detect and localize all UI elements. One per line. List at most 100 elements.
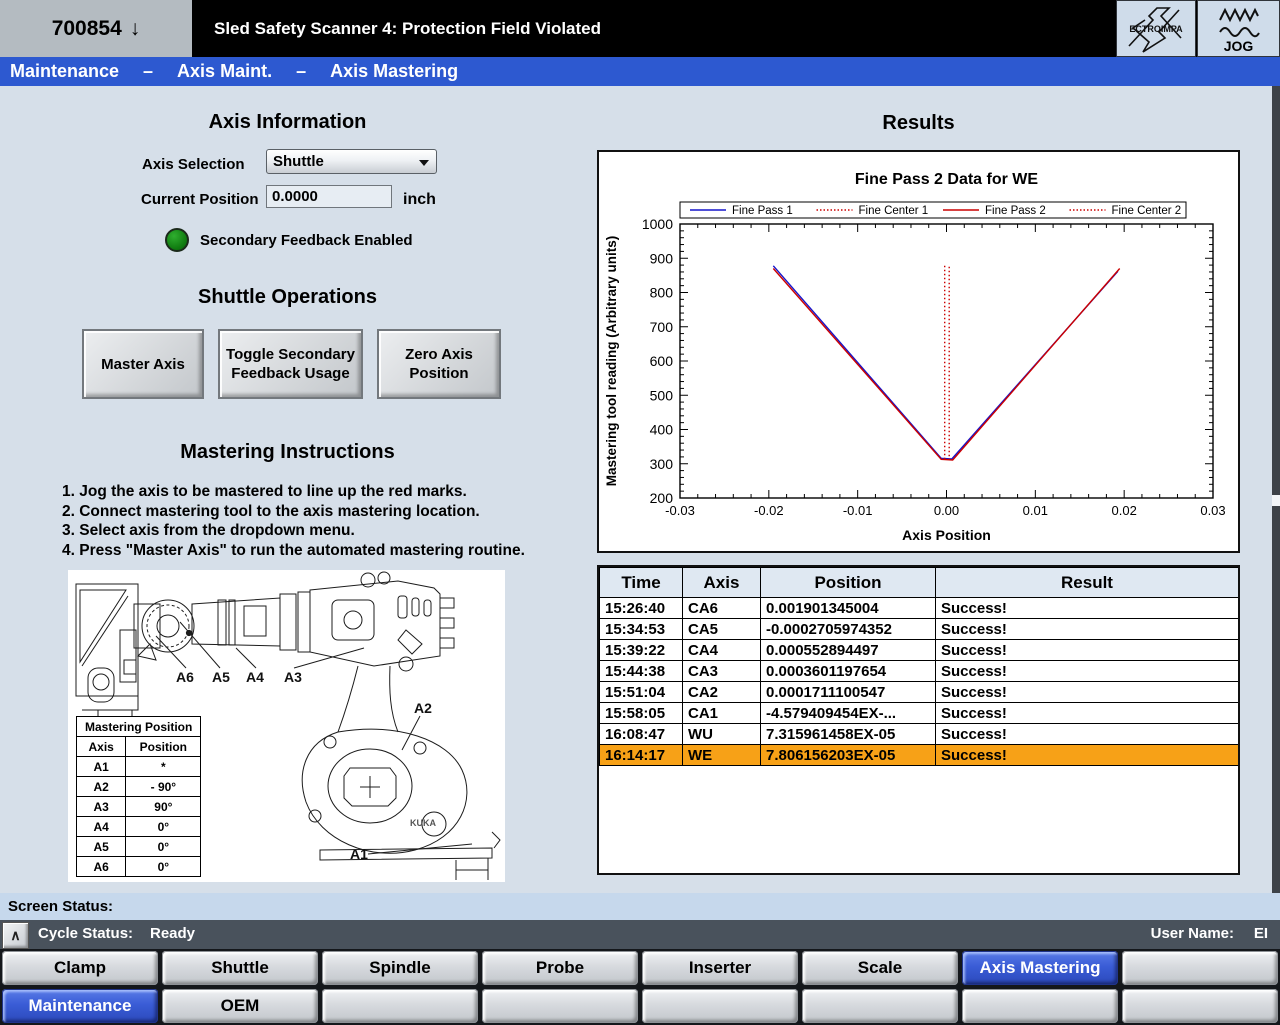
softkey-shuttle[interactable]: Shuttle <box>162 951 318 985</box>
master-axis-button[interactable]: Master Axis <box>82 329 204 399</box>
mastering-table-header: Axis <box>77 737 126 757</box>
results-row-ca5[interactable]: 15:34:53CA5-0.0002705974352Success! <box>600 619 1239 640</box>
chart-title: Fine Pass 2 Data for WE <box>855 171 1038 188</box>
softkey-axis-mastering[interactable]: Axis Mastering <box>962 951 1118 985</box>
instruction-list: 1. Jog the axis to be mastered to line u… <box>62 482 562 560</box>
axis-label-a3: A3 <box>284 669 302 685</box>
instruction-step: 2. Connect mastering tool to the axis ma… <box>62 502 562 522</box>
robot-brand-text: KUKA <box>410 818 436 828</box>
legend-label-4: Fine Center 2 <box>1112 205 1182 217</box>
mastering-table-cell: 0° <box>126 817 201 837</box>
mastering-table-cell: A5 <box>77 837 126 857</box>
axis-selection-dropdown[interactable]: Shuttle <box>266 149 437 174</box>
results-cell: CA2 <box>683 682 761 703</box>
instruction-step: 4. Press "Master Axis" to run the automa… <box>62 541 562 561</box>
results-cell: 16:14:17 <box>600 745 683 766</box>
results-cell: 15:26:40 <box>600 598 683 619</box>
jog-label: JOG <box>1224 40 1254 52</box>
results-row-ca4[interactable]: 15:39:22CA40.000552894497Success! <box>600 640 1239 661</box>
results-cell: 16:08:47 <box>600 724 683 745</box>
softkey-blank[interactable] <box>962 989 1118 1023</box>
softkey-blank[interactable] <box>642 989 798 1023</box>
screen-status-bar: Screen Status: <box>0 893 1280 920</box>
softkey-probe[interactable]: Probe <box>482 951 638 985</box>
softkey-inserter[interactable]: Inserter <box>642 951 798 985</box>
axis-label-a5: A5 <box>212 669 230 685</box>
softkey-blank[interactable] <box>322 989 478 1023</box>
results-cell: 0.0001711100547 <box>761 682 936 703</box>
softkey-scale[interactable]: Scale <box>802 951 958 985</box>
x-tick-label: 0.03 <box>1200 503 1225 518</box>
results-cell: Success! <box>936 703 1239 724</box>
breadcrumb-item-maintenance[interactable]: Maintenance <box>10 61 119 82</box>
mastering-table-title: Mastering Position <box>77 717 201 737</box>
results-row-we[interactable]: 16:14:17WE7.806156203EX-05Success! <box>600 745 1239 766</box>
toggle-secondary-feedback-usage-button[interactable]: Toggle SecondaryFeedback Usage <box>218 329 363 399</box>
results-cell: 15:34:53 <box>600 619 683 640</box>
results-cell: CA6 <box>683 598 761 619</box>
legend-label-3: Fine Pass 2 <box>985 205 1046 217</box>
feedback-led-icon <box>165 228 189 252</box>
axis-information-title: Axis Information <box>0 111 575 134</box>
jog-mode-button[interactable]: JOG <box>1197 0 1280 57</box>
softkey-clamp[interactable]: Clamp <box>2 951 158 985</box>
results-cell: Success! <box>936 682 1239 703</box>
results-title: Results <box>597 112 1240 135</box>
softkey-blank[interactable] <box>482 989 638 1023</box>
softkey-oem[interactable]: OEM <box>162 989 318 1023</box>
breadcrumb-separator: – <box>143 61 153 82</box>
brand-logo-button[interactable]: ECTROIMPA <box>1116 0 1196 57</box>
y-tick-label: 200 <box>650 490 674 506</box>
current-position-value: 0.0000 <box>272 188 318 205</box>
breadcrumb-separator: – <box>296 61 306 82</box>
mastering-table-cell: 0° <box>126 857 201 877</box>
current-position-field[interactable]: 0.0000 <box>266 185 392 208</box>
series-fine-pass-1 <box>773 266 1118 459</box>
y-tick-label: 400 <box>650 422 674 438</box>
softkey-row-2: MaintenanceOEM <box>0 987 1280 1025</box>
alarm-number-box[interactable]: 700854 ↓ <box>0 0 192 57</box>
results-table: TimeAxisPositionResult15:26:40CA60.00190… <box>599 567 1239 766</box>
softkey-blank[interactable] <box>1122 989 1278 1023</box>
results-cell: CA4 <box>683 640 761 661</box>
breadcrumb-item-axis-mastering[interactable]: Axis Mastering <box>330 61 458 82</box>
results-cell: CA5 <box>683 619 761 640</box>
softkey-blank[interactable] <box>1122 951 1278 985</box>
series-fine-pass-2 <box>773 269 1119 461</box>
chevron-up-icon: ∧ <box>10 927 20 944</box>
scrollbar-thumb[interactable] <box>1272 495 1280 506</box>
breadcrumb-item-axis-maint-[interactable]: Axis Maint. <box>177 61 272 82</box>
x-tick-label: -0.01 <box>843 503 873 518</box>
results-cell: 15:44:38 <box>600 661 683 682</box>
alarm-number: 700854 <box>52 17 122 41</box>
plot-frame <box>680 224 1213 498</box>
cycle-status-label: Cycle Status: <box>38 925 133 942</box>
legend-label-2: Fine Center 1 <box>859 205 929 217</box>
results-cell: WE <box>683 745 761 766</box>
softkey-blank[interactable] <box>802 989 958 1023</box>
results-row-ca1[interactable]: 15:58:05CA1-4.579409454EX-...Success! <box>600 703 1239 724</box>
axis-panel: Axis Information Axis Selection Shuttle … <box>0 86 575 893</box>
logo-text: ECTROIMPA <box>1129 24 1183 34</box>
softkey-spindle[interactable]: Spindle <box>322 951 478 985</box>
zero-axis-position-button[interactable]: Zero AxisPosition <box>377 329 501 399</box>
results-cell: Success! <box>936 619 1239 640</box>
legend-label-1: Fine Pass 1 <box>732 205 793 217</box>
mastering-table-cell: * <box>126 757 201 777</box>
current-position-row: Current Position 0.0000 inch <box>0 188 575 212</box>
y-tick-label: 600 <box>650 353 674 369</box>
softkey-row-1: ClampShuttleSpindleProbeInserterScaleAxi… <box>0 949 1280 987</box>
results-cell: Success! <box>936 598 1239 619</box>
collapse-button[interactable]: ∧ <box>2 922 29 949</box>
results-cell: 0.0003601197654 <box>761 661 936 682</box>
chevron-down-icon <box>419 160 429 166</box>
right-scrollbar[interactable] <box>1272 86 1280 893</box>
results-row-ca3[interactable]: 15:44:38CA30.0003601197654Success! <box>600 661 1239 682</box>
results-row-wu[interactable]: 16:08:47WU7.315961458EX-05Success! <box>600 724 1239 745</box>
results-cell: Success! <box>936 745 1239 766</box>
axis-selection-row: Axis Selection Shuttle <box>0 153 575 177</box>
results-row-ca6[interactable]: 15:26:40CA60.001901345004Success! <box>600 598 1239 619</box>
secondary-feedback-indicator-row: Secondary Feedback Enabled <box>165 228 413 252</box>
results-row-ca2[interactable]: 15:51:04CA20.0001711100547Success! <box>600 682 1239 703</box>
softkey-maintenance[interactable]: Maintenance <box>2 989 158 1023</box>
